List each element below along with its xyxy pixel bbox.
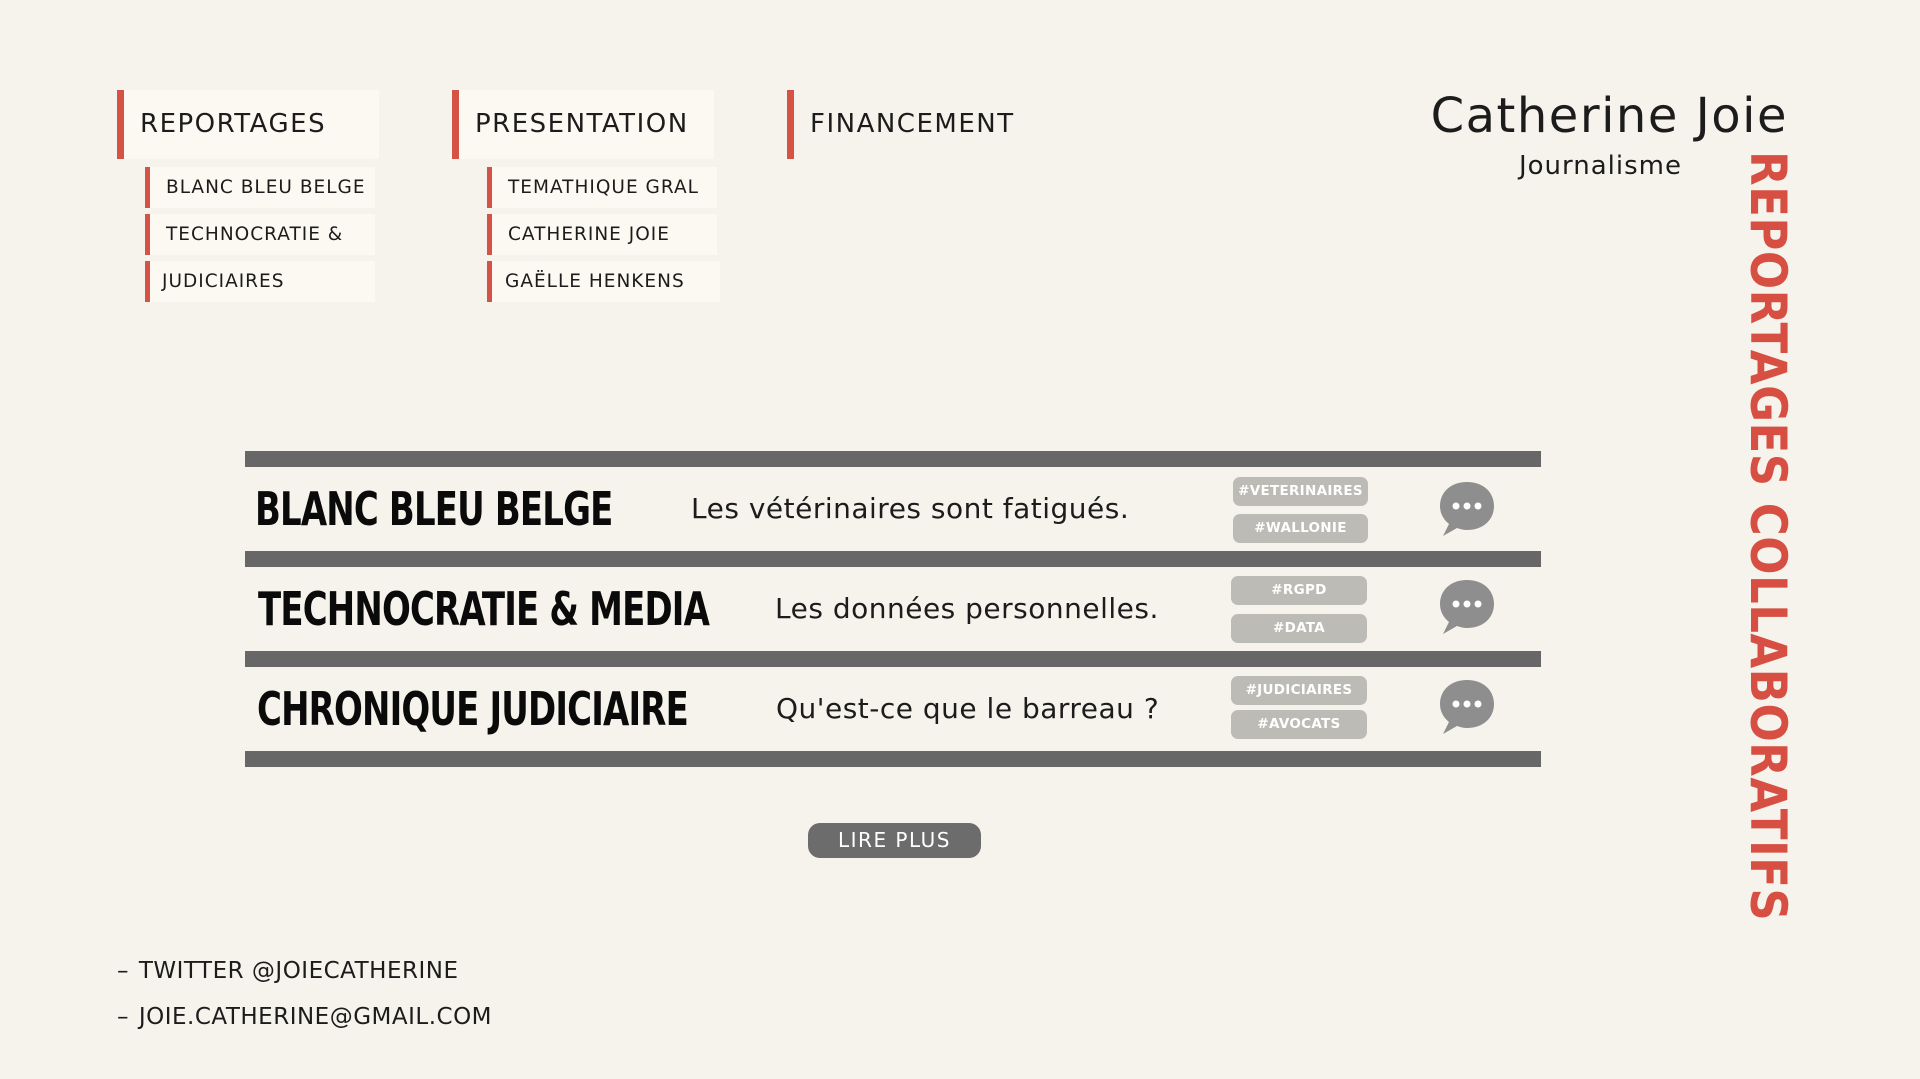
- nav-financement-button[interactable]: FINANCEMENT: [787, 90, 1049, 159]
- contact-email[interactable]: – JOIE.CATHERINE@GMAIL.COM: [117, 1002, 492, 1032]
- article-title[interactable]: BLANC BLEU BELGE: [255, 467, 613, 551]
- nav-presentation-button[interactable]: PRESENTATION: [452, 90, 714, 159]
- tag-data[interactable]: #DATA: [1231, 614, 1367, 643]
- contact-dash: –: [117, 1004, 129, 1030]
- nav-sub-gaelle-henkens[interactable]: GAËLLE HENKENS: [487, 261, 720, 302]
- chat-bubble-icon[interactable]: [1437, 480, 1497, 538]
- nav-sub-technocratie[interactable]: TECHNOCRATIE &: [145, 214, 375, 255]
- divider-band: [245, 651, 1541, 667]
- nav-sub-catherine-joie[interactable]: CATHERINE JOIE: [487, 214, 717, 255]
- brand-name: Catherine Joie: [1430, 88, 1788, 144]
- chat-bubble-icon[interactable]: [1437, 678, 1497, 736]
- tag-rgpd[interactable]: #RGPD: [1231, 576, 1367, 605]
- article-row-technocratie-media[interactable]: TECHNOCRATIE & MEDIA Les données personn…: [245, 567, 1541, 651]
- divider-band: [245, 551, 1541, 567]
- nav-reportages-button[interactable]: REPORTAGES: [117, 90, 379, 159]
- tag-judiciaires[interactable]: #JUDICIAIRES: [1231, 676, 1367, 705]
- article-title[interactable]: CHRONIQUE JUDICIAIRE: [257, 667, 689, 751]
- article-description: Les vétérinaires sont fatigués.: [691, 492, 1130, 525]
- nav-presentation: PRESENTATION: [452, 90, 714, 159]
- tag-veterinaires[interactable]: #VETERINAIRES: [1233, 477, 1368, 506]
- article-row-chronique-judiciaire[interactable]: CHRONIQUE JUDICIAIRE Qu'est-ce que le ba…: [245, 667, 1541, 751]
- tag-avocats[interactable]: #AVOCATS: [1231, 710, 1367, 739]
- nav-sub-tematique[interactable]: TEMATHIQUE GRAL: [487, 167, 717, 208]
- contact-dash: –: [117, 958, 129, 984]
- contact-twitter-text[interactable]: TWITTER @JOIECATHERINE: [139, 958, 459, 984]
- contact-email-text[interactable]: JOIE.CATHERINE@GMAIL.COM: [139, 1004, 492, 1030]
- divider-band: [245, 451, 1541, 467]
- tag-wallonie[interactable]: #WALLONIE: [1233, 514, 1368, 543]
- article-title[interactable]: TECHNOCRATIE & MEDIA: [258, 567, 710, 651]
- nav-reportages: REPORTAGES: [117, 90, 379, 159]
- article-description: Les données personnelles.: [775, 592, 1159, 625]
- divider-band: [245, 751, 1541, 767]
- read-more-button[interactable]: LIRE PLUS: [808, 823, 981, 858]
- contact-twitter[interactable]: – TWITTER @JOIECATHERINE: [117, 956, 459, 986]
- article-description: Qu'est-ce que le barreau ?: [776, 692, 1160, 725]
- side-title: REPORTAGES COLLABORATIFS: [1739, 151, 1797, 922]
- article-row-blanc-bleu-belge[interactable]: BLANC BLEU BELGE Les vétérinaires sont f…: [245, 467, 1541, 551]
- nav-financement: FINANCEMENT: [787, 90, 1049, 159]
- nav-sub-blanc-bleu-belge[interactable]: BLANC BLEU BELGE: [145, 167, 375, 208]
- brand-subtitle: Journalisme: [1518, 151, 1682, 181]
- chat-bubble-icon[interactable]: [1437, 578, 1497, 636]
- nav-sub-judiciaires[interactable]: JUDICIAIRES: [145, 261, 375, 302]
